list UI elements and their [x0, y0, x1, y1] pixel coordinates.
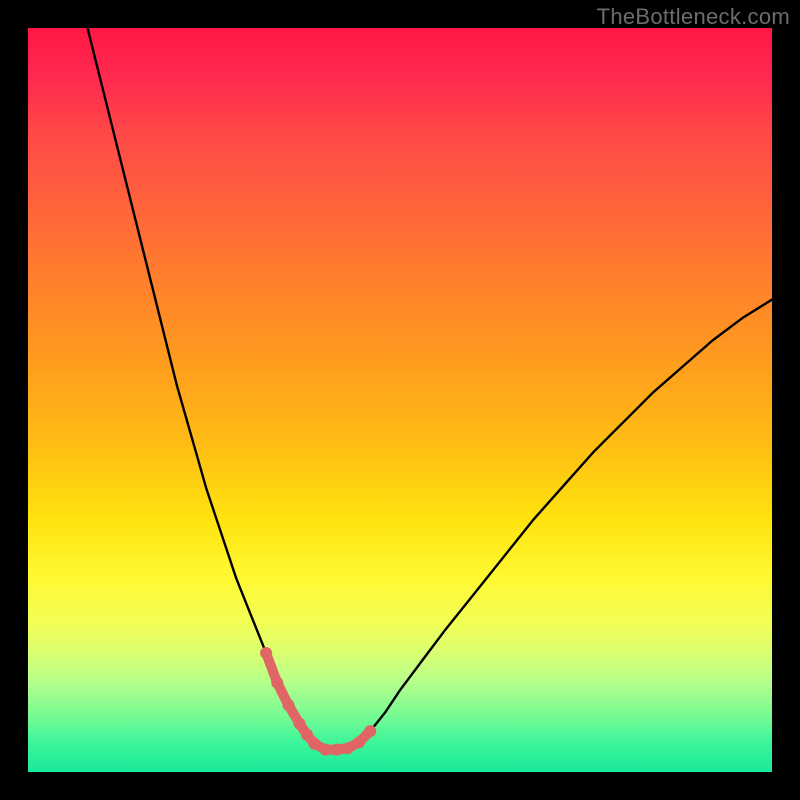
- highlight-marker: [282, 699, 294, 711]
- highlight-marker: [331, 744, 343, 756]
- highlight-marker: [308, 738, 320, 750]
- highlight-marker: [294, 718, 306, 730]
- black-curve: [88, 28, 772, 750]
- plot-area: [28, 28, 772, 772]
- highlight-marker: [364, 725, 376, 737]
- highlight-segment: [260, 647, 376, 756]
- watermark-text: TheBottleneck.com: [597, 4, 790, 30]
- highlight-marker: [320, 744, 332, 756]
- highlight-marker: [271, 677, 283, 689]
- highlight-marker: [260, 647, 272, 659]
- highlight-marker: [353, 736, 365, 748]
- chart-svg: [28, 28, 772, 772]
- highlight-marker: [342, 742, 354, 754]
- chart-frame: TheBottleneck.com: [0, 0, 800, 800]
